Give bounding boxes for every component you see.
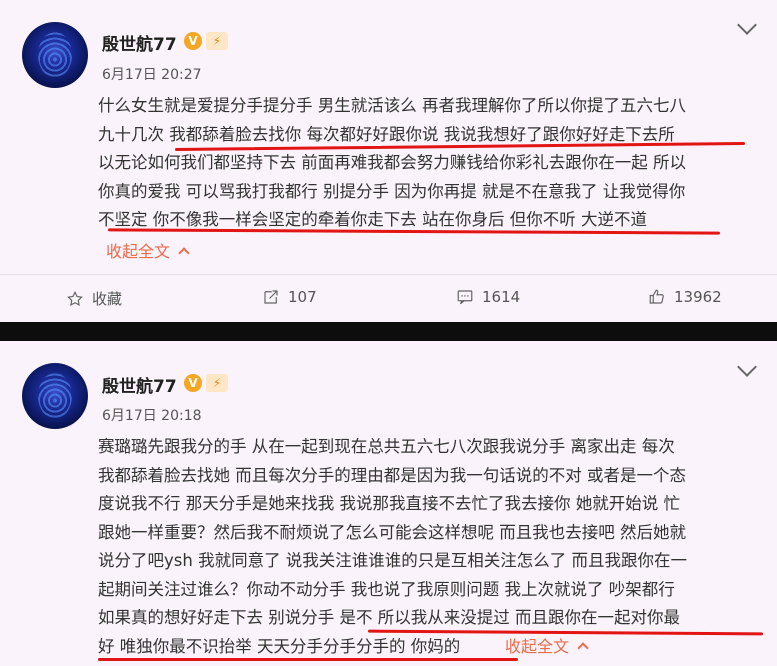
thumbs-up-icon bbox=[649, 289, 664, 304]
username[interactable]: 殷世航77 bbox=[102, 372, 177, 397]
member-level-icon: ⚡ bbox=[206, 374, 228, 392]
chevron-up-icon bbox=[178, 247, 190, 259]
favorite-button[interactable]: 收藏 bbox=[66, 288, 122, 309]
weibo-post-2: 殷世航77 V ⚡ 6月17日 20:18 赛璐璐先跟我分的手 从在一起到现在总… bbox=[0, 341, 777, 666]
repost-button[interactable]: 107 bbox=[262, 288, 317, 306]
comment-icon bbox=[457, 290, 473, 305]
underline-mark bbox=[98, 658, 518, 661]
favorite-label: 收藏 bbox=[92, 290, 123, 308]
repost-count: 107 bbox=[288, 288, 317, 306]
avatar[interactable] bbox=[22, 22, 88, 88]
body-line: 好 唯独你最不识抬举 天天分手分手分手的 你妈的 bbox=[98, 636, 461, 656]
body-line: 起期间关注过谁么？你动不动分手 我也说了我原则问题 我上次就说了 吵架都行 bbox=[98, 579, 675, 599]
body-line: 跟她一样重要？然后我不耐烦说了怎么可能会这样想呢 而且我也去接吧 然后她就 bbox=[98, 522, 686, 542]
body-line: 说分了吧ysh 我就同意了 说我关注谁谁谁的只是互相关注怎么了 而且我跟你在一 bbox=[98, 551, 688, 570]
collapse-label: 收起全文 bbox=[505, 637, 570, 656]
comment-count: 1614 bbox=[482, 288, 521, 306]
collapse-label: 收起全文 bbox=[106, 242, 171, 261]
weibo-post-1: 殷世航77 V ⚡ 6月17日 20:27 什么女生就是爱提分手提分手 男生就活… bbox=[0, 0, 777, 322]
chevron-down-icon[interactable] bbox=[737, 15, 757, 35]
verified-v-badge-icon: V bbox=[184, 32, 202, 50]
post-timestamp: 6月17日 20:27 bbox=[102, 67, 202, 83]
body-line: 你真的爱我 可以骂我打我都行 别提分手 因为你再提 就是不在意我了 让我觉得你 bbox=[98, 181, 686, 201]
chevron-down-icon[interactable] bbox=[737, 357, 757, 377]
body-line: 以无论如何我们都坚持下去 前面再难我都会努力赚钱给你彩礼去跟你在一起 所以 bbox=[98, 153, 686, 172]
body-line: 度说我不行 那天分手是她来找我 我说那我直接不去忙了我去接你 她就开始说 忙 bbox=[98, 494, 680, 513]
like-button[interactable]: 13962 bbox=[648, 288, 722, 306]
comment-button[interactable]: 1614 bbox=[456, 288, 520, 306]
avatar[interactable] bbox=[22, 363, 88, 429]
star-icon bbox=[67, 290, 83, 306]
chevron-up-icon bbox=[577, 642, 589, 654]
post-body: 赛璐璐先跟我分的手 从在一起到现在总共五六七八次跟我说分手 离家出走 每次 我都… bbox=[98, 433, 763, 661]
repost-icon bbox=[264, 290, 278, 304]
member-level-icon: ⚡ bbox=[206, 32, 228, 50]
body-line: 如果真的想好好走下去 别说分手 是不 所以我从来没提过 而且跟你在一起对你最 bbox=[98, 608, 680, 627]
verified-v-badge-icon: V bbox=[184, 374, 202, 392]
collapse-full-text-link[interactable]: 收起全文 bbox=[505, 633, 589, 657]
body-line: 什么女生就是爱提分手提分手 男生就活该么 再者我理解你了所以你提了五六七八 bbox=[98, 96, 686, 115]
body-line: 我都舔着脸去找她 而且每次分手的理由都是因为我一句话说的不对 或者是一个态 bbox=[98, 465, 686, 485]
username[interactable]: 殷世航77 bbox=[102, 30, 177, 55]
like-count: 13962 bbox=[674, 288, 722, 306]
divider bbox=[0, 274, 777, 275]
post-body: 什么女生就是爱提分手提分手 男生就活该么 再者我理解你了所以你提了五六七八 九十… bbox=[98, 92, 763, 235]
body-line: 赛璐璐先跟我分的手 从在一起到现在总共五六七八次跟我说分手 离家出走 每次 bbox=[98, 437, 675, 456]
post-timestamp: 6月17日 20:18 bbox=[102, 408, 202, 424]
collapse-full-text-link[interactable]: 收起全文 bbox=[106, 238, 190, 262]
